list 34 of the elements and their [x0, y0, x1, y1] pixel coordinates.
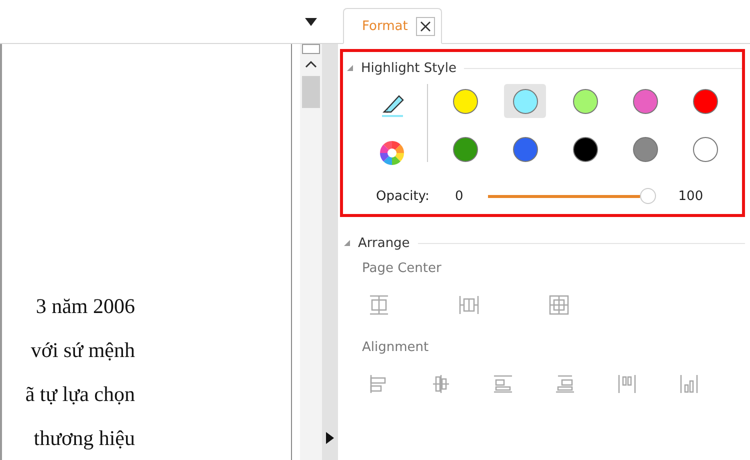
opacity-max: 100 [678, 188, 704, 204]
group-label: Page Center [361, 260, 442, 276]
align-top-icon [492, 373, 514, 395]
scroll-box-icon [302, 44, 320, 54]
document-text: 3 năm 2006 [34, 292, 135, 320]
opacity-slider[interactable] [488, 188, 656, 204]
distribute-vertical-icon [678, 373, 700, 395]
align-center-icon [430, 373, 452, 395]
section-title: Highlight Style [361, 60, 456, 76]
dropdown-icon[interactable] [305, 18, 317, 26]
scrollbar[interactable] [300, 44, 322, 460]
expand-arrow-icon[interactable] [326, 432, 334, 444]
distribute-horizontal-icon [616, 373, 638, 395]
center-both-icon [548, 294, 570, 316]
collapse-triangle-icon[interactable] [344, 240, 350, 246]
center-vertical-icon [458, 294, 480, 316]
scroll-up-icon[interactable] [305, 60, 317, 68]
group-label: Alignment [361, 339, 430, 355]
format-tab[interactable]: Format [343, 8, 442, 44]
color-swatch[interactable] [504, 84, 546, 118]
color-wheel-icon[interactable] [379, 140, 405, 166]
close-button[interactable] [416, 16, 435, 36]
document-text: ã tự lựa chọn [24, 380, 135, 408]
slider-thumb[interactable] [640, 188, 656, 204]
center-horizontal-icon [368, 294, 390, 316]
opacity-label: Opacity: [376, 188, 430, 204]
align-bottom-icon [554, 373, 576, 395]
collapse-triangle-icon[interactable] [347, 65, 353, 71]
section-title: Arrange [358, 236, 410, 250]
document-text: thương hiệu [32, 424, 135, 452]
opacity-min: 0 [455, 188, 464, 204]
close-icon [420, 20, 431, 32]
document-text: với sứ mệnh [30, 336, 135, 364]
scroll-thumb[interactable] [302, 76, 320, 108]
